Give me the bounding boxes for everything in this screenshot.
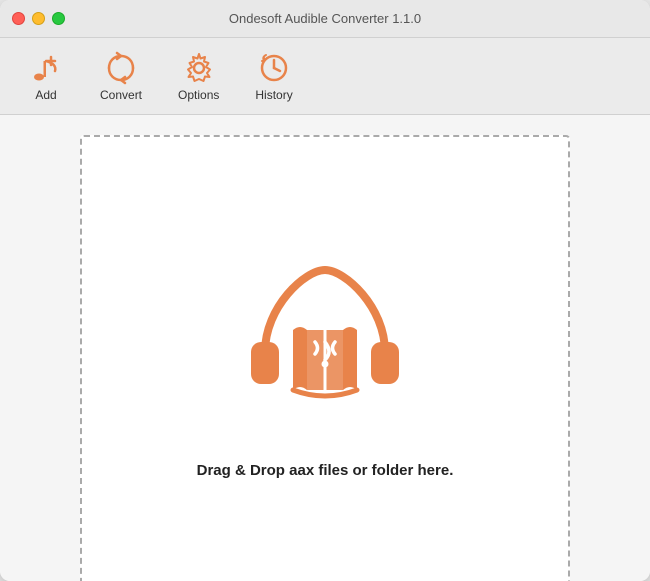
add-label: Add (35, 88, 56, 102)
window-title: Ondesoft Audible Converter 1.1.0 (229, 11, 421, 26)
app-window: Ondesoft Audible Converter 1.1.0 (0, 0, 650, 581)
convert-icon (103, 50, 139, 86)
add-icon (28, 50, 64, 86)
convert-label: Convert (100, 88, 142, 102)
history-button[interactable]: History (237, 44, 310, 108)
main-content: Drag & Drop aax files or folder here. (0, 115, 650, 581)
drop-zone[interactable]: Drag & Drop aax files or folder here. (80, 135, 570, 581)
close-button[interactable] (12, 12, 25, 25)
audiobook-icon (225, 242, 425, 442)
title-bar: Ondesoft Audible Converter 1.1.0 (0, 0, 650, 38)
toolbar: Add Convert (0, 38, 650, 115)
drop-zone-text: Drag & Drop aax files or folder here. (197, 462, 454, 479)
convert-button[interactable]: Convert (82, 44, 160, 108)
options-button[interactable]: Options (160, 44, 237, 108)
add-button[interactable]: Add (10, 44, 82, 108)
minimize-button[interactable] (32, 12, 45, 25)
traffic-lights (12, 12, 65, 25)
options-label: Options (178, 88, 219, 102)
maximize-button[interactable] (52, 12, 65, 25)
history-icon (256, 50, 292, 86)
options-icon (181, 50, 217, 86)
history-label: History (255, 88, 292, 102)
